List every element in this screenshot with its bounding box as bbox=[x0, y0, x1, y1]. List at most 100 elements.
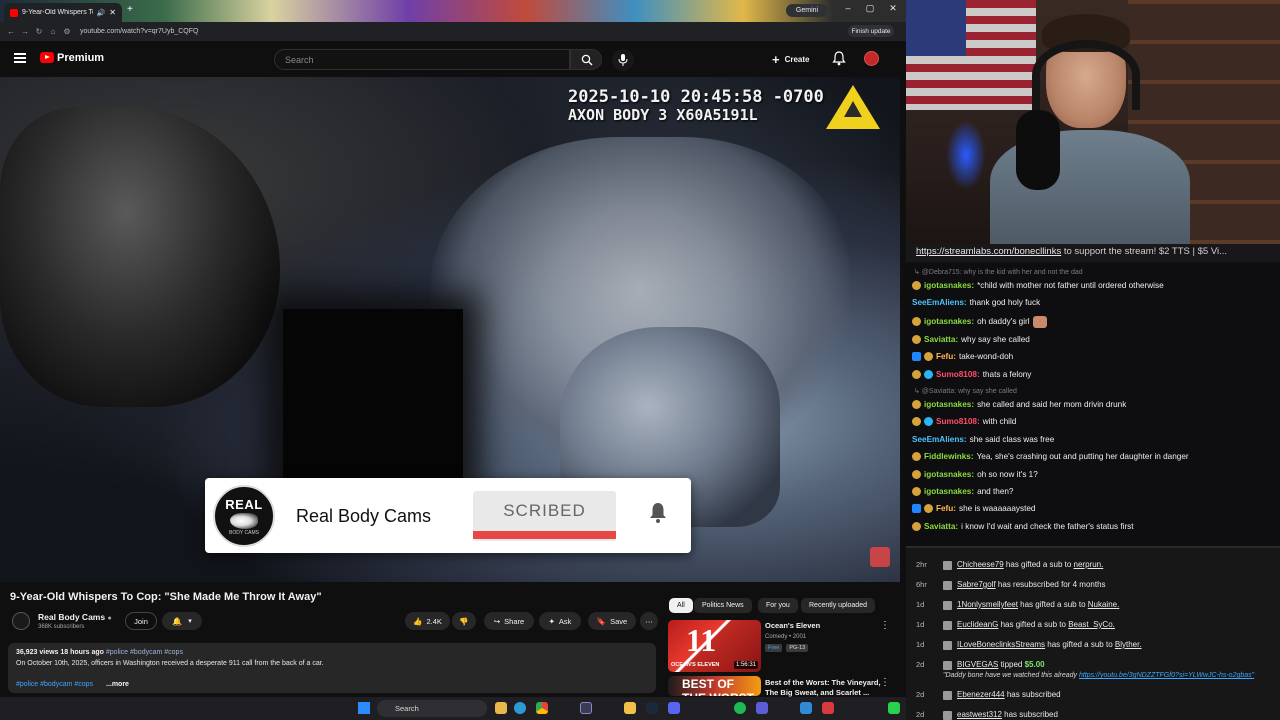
event-username[interactable]: 1Nonlysmellyfeet bbox=[957, 600, 1018, 609]
chat-username[interactable]: SeeEmAliens: bbox=[912, 435, 967, 444]
chat-message[interactable]: igotasnakes: and then? bbox=[912, 487, 1014, 496]
rec-title[interactable]: Best of the Worst: The Vineyard, The Big… bbox=[765, 678, 885, 698]
chip-politics-news[interactable]: Politics News bbox=[694, 598, 752, 613]
event-username[interactable]: EuclideanG bbox=[957, 620, 998, 629]
card-bell-icon[interactable] bbox=[649, 502, 667, 524]
card-subscribe-button[interactable]: SCRIBED bbox=[473, 491, 616, 541]
chat-message[interactable]: igotasnakes: she called and said her mom … bbox=[912, 400, 1126, 409]
tab-close-icon[interactable]: ✕ bbox=[109, 8, 116, 17]
close-window-icon[interactable]: ✕ bbox=[883, 3, 903, 14]
chat-username[interactable]: igotasnakes: bbox=[924, 281, 974, 290]
event-target-user[interactable]: Blyther. bbox=[1115, 640, 1142, 649]
event-target-user[interactable]: Beast_SyCo. bbox=[1068, 620, 1115, 629]
chat-username[interactable]: Sumo8108: bbox=[936, 417, 980, 426]
chat-username[interactable]: igotasnakes: bbox=[924, 317, 974, 326]
obs-icon[interactable] bbox=[580, 702, 592, 714]
chat-message[interactable]: Fefu: she is waaaaaaysted bbox=[912, 504, 1035, 514]
event-username[interactable]: BIGVEGAS bbox=[957, 660, 998, 669]
chat-username[interactable]: Fiddlewinks: bbox=[924, 452, 974, 461]
reload-icon[interactable]: ↻ bbox=[32, 27, 46, 36]
chat-message[interactable]: Fiddlewinks: Yea, she's crashing out and … bbox=[912, 452, 1189, 462]
channel-name[interactable]: Real Body Cams ● bbox=[38, 612, 112, 622]
chat-username[interactable]: Fefu: bbox=[936, 504, 956, 513]
rec-title[interactable]: Ocean's Eleven bbox=[765, 621, 820, 630]
chrome-icon[interactable] bbox=[536, 702, 548, 714]
taskbar-search[interactable]: Search bbox=[377, 700, 487, 717]
tip-message-link[interactable]: https://youtu.be/3gNDZZTFGf0?si=YLWwJC-h… bbox=[1079, 672, 1254, 679]
rec-more-icon[interactable]: ⋮ bbox=[880, 620, 890, 631]
description-meta-tags[interactable]: #police #bodycam #cops bbox=[106, 649, 183, 656]
event-username[interactable]: Sabre7golf bbox=[957, 580, 996, 589]
video-overlay-badge[interactable] bbox=[870, 547, 890, 567]
chat-message[interactable]: igotasnakes: oh daddy's girl bbox=[912, 315, 1047, 328]
account-avatar[interactable] bbox=[864, 51, 879, 66]
menu-icon[interactable] bbox=[14, 53, 26, 63]
chat-username[interactable]: igotasnakes: bbox=[924, 400, 974, 409]
chat-username[interactable]: Sumo8108: bbox=[936, 370, 980, 379]
rec-thumbnail[interactable]: 11 OCEAN'S ELEVEN 1:56:31 bbox=[668, 620, 761, 672]
spotify-icon[interactable] bbox=[734, 702, 746, 714]
youtube-logo-icon[interactable] bbox=[40, 52, 54, 63]
join-button[interactable]: Join bbox=[125, 612, 157, 630]
chat-username[interactable]: igotasnakes: bbox=[924, 470, 974, 479]
app-icon[interactable] bbox=[888, 702, 900, 714]
chat-username[interactable]: igotasnakes: bbox=[924, 487, 974, 496]
chat-message[interactable]: Sumo8108: thats a felony bbox=[912, 369, 1031, 379]
folder-icon[interactable] bbox=[624, 702, 636, 714]
start-icon[interactable] bbox=[358, 702, 370, 714]
url-field[interactable]: youtube.com/watch?v=qr7Uyb_CQFQ bbox=[80, 28, 198, 35]
finish-update-button[interactable]: Finish update bbox=[848, 25, 894, 37]
more-actions-button[interactable]: ⋯ bbox=[640, 612, 658, 630]
chat-message[interactable]: Saviatta: i know I'd wait and check the f… bbox=[912, 521, 1134, 531]
description-hashtags[interactable]: #police #bodycam #cops bbox=[16, 681, 93, 688]
description-box[interactable]: 36,923 views 18 hours ago #police #bodyc… bbox=[8, 643, 656, 693]
chat-username[interactable]: SeeEmAliens: bbox=[912, 298, 967, 307]
site-info-icon[interactable]: ⚙ bbox=[60, 27, 74, 36]
chat-message[interactable]: Saviatta: why say she called bbox=[912, 334, 1030, 344]
ask-button[interactable]: ✦ Ask bbox=[539, 612, 581, 630]
share-button[interactable]: ↪ Share bbox=[484, 612, 534, 630]
create-button[interactable]: + Create bbox=[772, 51, 822, 68]
minimize-icon[interactable]: – bbox=[838, 3, 858, 13]
event-username[interactable]: Chicheese79 bbox=[957, 560, 1004, 569]
app-icon[interactable] bbox=[756, 702, 768, 714]
event-target-user[interactable]: nerprun. bbox=[1074, 560, 1104, 569]
search-input[interactable]: Search bbox=[274, 49, 570, 70]
video-player[interactable]: 2025-10-10 20:45:58 -0700 AXON BODY 3 X6… bbox=[0, 77, 900, 582]
chat-message[interactable]: igotasnakes: oh so now it's 1? bbox=[912, 469, 1038, 479]
chip-recently-uploaded[interactable]: Recently uploaded bbox=[801, 598, 875, 613]
show-more-link[interactable]: ...more bbox=[106, 681, 129, 688]
event-username[interactable]: Ebenezer444 bbox=[957, 690, 1005, 699]
streamlabs-link[interactable]: https://streamlabs.com/bonecllinks bbox=[916, 246, 1061, 257]
maximize-icon[interactable]: ▢ bbox=[860, 3, 880, 14]
channel-avatar[interactable] bbox=[12, 612, 30, 630]
chat-username[interactable]: Saviatta: bbox=[924, 522, 958, 531]
chat-message[interactable]: Fefu: take-wond-doh bbox=[912, 352, 1013, 362]
search-button[interactable] bbox=[570, 49, 602, 70]
chip-all[interactable]: All bbox=[669, 598, 693, 613]
discord-icon[interactable] bbox=[668, 702, 680, 714]
voice-search-button[interactable] bbox=[612, 49, 634, 71]
chat-message[interactable]: igotasnakes: *child with mother not fathe… bbox=[912, 281, 1164, 290]
home-icon[interactable]: ⌂ bbox=[46, 27, 60, 36]
subscription-bell-button[interactable]: 🔔 ▾ bbox=[162, 612, 202, 630]
event-username[interactable]: ILoveBoneclinksStreams bbox=[957, 640, 1045, 649]
chat-message[interactable]: SeeEmAliens: she said class was free bbox=[912, 435, 1054, 444]
app-icon[interactable] bbox=[800, 702, 812, 714]
forward-icon[interactable]: → bbox=[18, 27, 32, 36]
chat-username[interactable]: Saviatta: bbox=[924, 335, 958, 344]
file-explorer-icon[interactable] bbox=[495, 702, 507, 714]
audio-icon[interactable]: 🔊 bbox=[97, 9, 106, 17]
youtube-brand[interactable]: Premium bbox=[57, 52, 104, 64]
chat-message[interactable]: Sumo8108: with child bbox=[912, 417, 1016, 427]
dislike-button[interactable]: 👎 bbox=[452, 612, 476, 630]
browser-tab-active[interactable]: 9-Year-Old Whispers To Co... 🔊 ✕ bbox=[4, 3, 122, 22]
gemini-button[interactable]: Gemini bbox=[786, 4, 828, 17]
new-tab-button[interactable]: + bbox=[127, 4, 133, 15]
chip-for-you[interactable]: For you bbox=[758, 598, 798, 613]
event-target-user[interactable]: Nukaine. bbox=[1088, 600, 1120, 609]
event-username[interactable]: eastwest312 bbox=[957, 710, 1002, 719]
chat-message[interactable]: SeeEmAliens: thank god holy fuck bbox=[912, 298, 1040, 307]
app-icon[interactable] bbox=[822, 702, 834, 714]
like-button[interactable]: 👍 2.4K bbox=[405, 612, 450, 630]
